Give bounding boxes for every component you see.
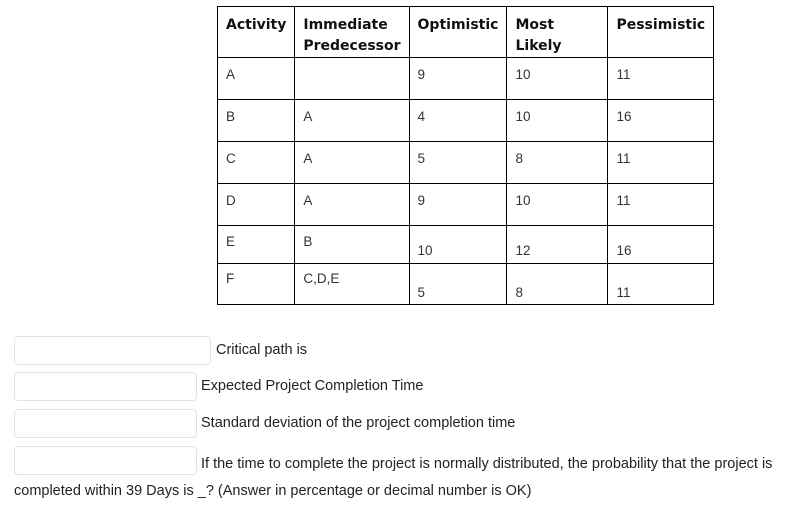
header-optimistic: Optimistic xyxy=(408,6,508,58)
cell-pessimistic: 11 xyxy=(607,183,715,226)
cell-optimistic: 5 xyxy=(408,141,508,184)
cell-pessimistic: 16 xyxy=(607,225,715,264)
header-immediate-predecessor: Immediate Predecessor xyxy=(294,6,410,58)
cell-optimistic: 4 xyxy=(408,99,508,142)
cell-predecessor: A xyxy=(294,141,410,184)
cell-most-likely: 8 xyxy=(506,141,609,184)
cell-optimistic: 9 xyxy=(408,57,508,100)
cell-most-likely: 10 xyxy=(506,183,609,226)
table-row: B A 4 10 16 xyxy=(216,99,715,142)
standard-deviation-input[interactable] xyxy=(14,409,197,438)
critical-path-label: Critical path is xyxy=(216,342,308,358)
header-pessimistic: Pessimistic xyxy=(607,6,715,58)
cell-activity: C xyxy=(216,141,296,184)
activity-table: Activity Immediate Predecessor Optimisti… xyxy=(216,6,715,305)
cell-most-likely: 12 xyxy=(506,225,609,264)
header-most-likely: Most Likely xyxy=(506,6,609,58)
cell-most-likely: 10 xyxy=(506,99,609,142)
cell-predecessor: A xyxy=(294,183,410,226)
cell-optimistic: 10 xyxy=(408,225,508,264)
table-row: A 9 10 11 xyxy=(216,57,715,100)
critical-path-input[interactable] xyxy=(14,336,211,365)
cell-most-likely: 10 xyxy=(506,57,609,100)
cell-most-likely: 8 xyxy=(506,263,609,305)
cell-pessimistic: 16 xyxy=(607,99,715,142)
cell-activity: B xyxy=(216,99,296,142)
table-row: F C,D,E 5 8 11 xyxy=(216,263,715,305)
cell-activity: D xyxy=(216,183,296,226)
cell-activity: A xyxy=(216,57,296,100)
cell-predecessor: B xyxy=(294,225,410,264)
standard-deviation-label: Standard deviation of the project comple… xyxy=(201,415,516,431)
header-activity: Activity xyxy=(216,6,296,58)
table-row: D A 9 10 11 xyxy=(216,183,715,226)
table-header-row: Activity Immediate Predecessor Optimisti… xyxy=(216,6,715,58)
cell-pessimistic: 11 xyxy=(607,141,715,184)
probability-question-text: If the time to complete the project is n… xyxy=(14,456,773,499)
cell-predecessor: C,D,E xyxy=(294,263,410,305)
cell-activity: E xyxy=(216,225,296,264)
cell-pessimistic: 11 xyxy=(607,263,715,305)
table-row: C A 5 8 11 xyxy=(216,141,715,184)
cell-optimistic: 5 xyxy=(408,263,508,305)
expected-completion-time-input[interactable] xyxy=(14,372,197,401)
cell-activity: F xyxy=(216,263,296,305)
cell-predecessor xyxy=(294,57,410,100)
cell-optimistic: 9 xyxy=(408,183,508,226)
expected-completion-time-label: Expected Project Completion Time xyxy=(201,378,424,394)
table-row: E B 10 12 16 xyxy=(216,225,715,264)
cell-predecessor: A xyxy=(294,99,410,142)
cell-pessimistic: 11 xyxy=(607,57,715,100)
